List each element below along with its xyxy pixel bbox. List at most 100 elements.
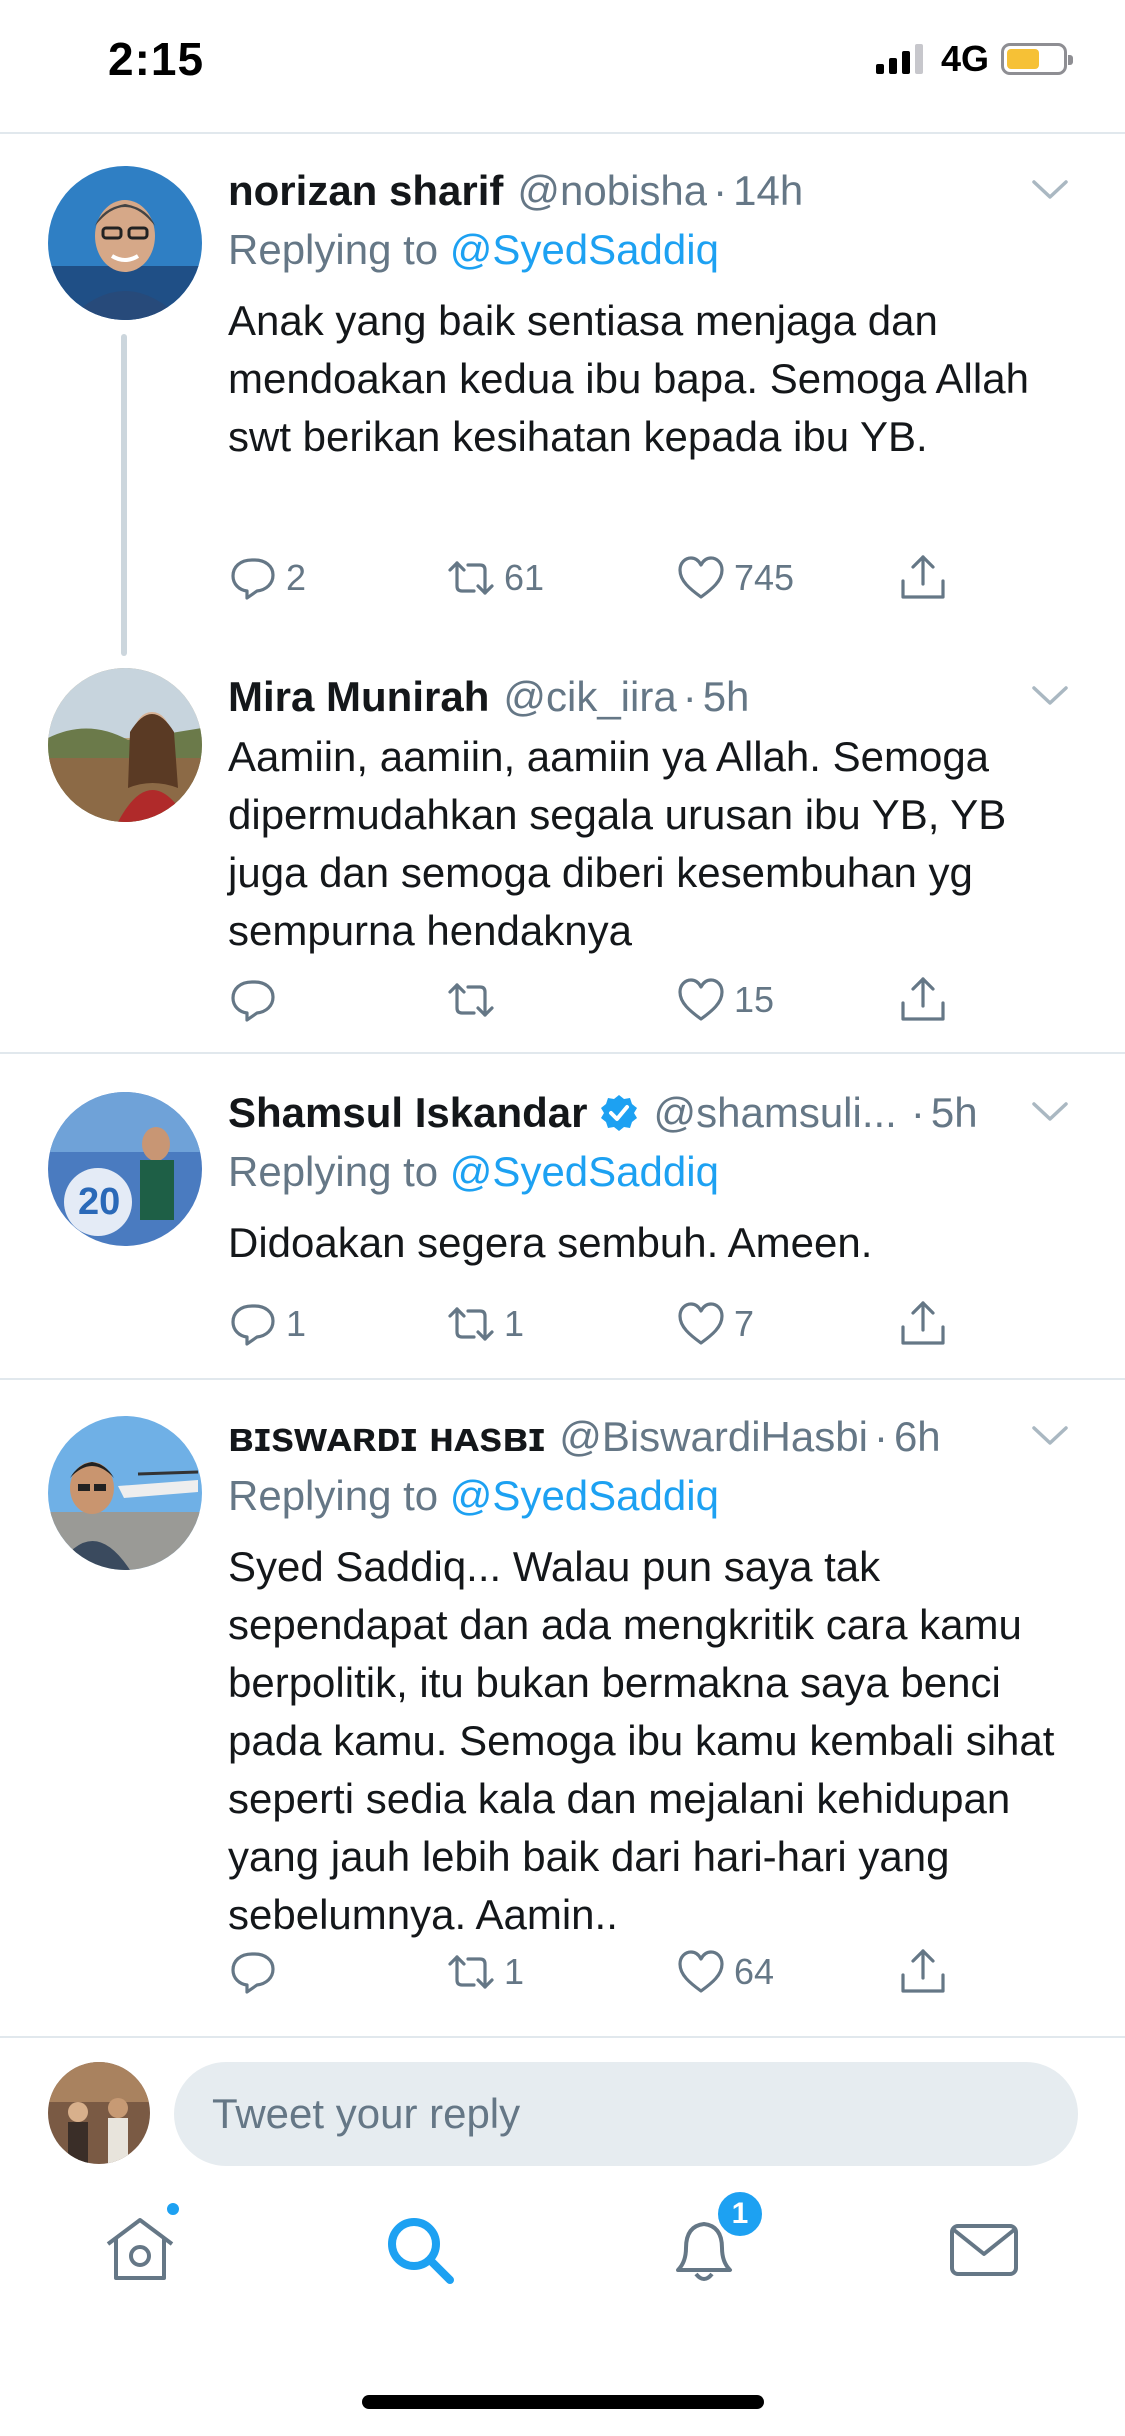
author-handle[interactable]: @cik_iira bbox=[503, 670, 676, 724]
search-icon bbox=[388, 2218, 454, 2284]
share-button[interactable] bbox=[898, 970, 948, 1030]
thread-line bbox=[121, 334, 127, 656]
tab-messages[interactable] bbox=[944, 2210, 1024, 2290]
share-icon bbox=[901, 1949, 945, 1993]
separator-dot: · bbox=[682, 673, 697, 720]
reply-input[interactable]: Tweet your reply bbox=[174, 2062, 1078, 2166]
retweet-count: 1 bbox=[504, 1303, 525, 1344]
tweet-header: ʙɪsᴡᴀʀᴅɪ ʜᴀsʙɪ @BiswardiHasbi · 6h bbox=[228, 1410, 1069, 1464]
tweet-actions: 1 64 bbox=[228, 1942, 1008, 2002]
replying-to-label: Replying to bbox=[228, 1472, 439, 1519]
tab-bar: 1 bbox=[0, 2188, 1125, 2320]
tweet-time: 6h bbox=[893, 1413, 941, 1460]
tweet[interactable]: ʙɪsᴡᴀʀᴅɪ ʜᴀsʙɪ @BiswardiHasbi · 6h Reply… bbox=[0, 1380, 1125, 2036]
chevron-down-icon[interactable] bbox=[1031, 1100, 1069, 1124]
share-button[interactable] bbox=[898, 1942, 948, 2002]
tweet-actions: 15 bbox=[228, 970, 1008, 1030]
home-icon bbox=[106, 2218, 174, 2280]
share-icon bbox=[901, 555, 945, 599]
retweet-icon bbox=[448, 983, 494, 1017]
share-icon bbox=[901, 977, 945, 1021]
retweet-button[interactable]: 1 bbox=[446, 1942, 524, 2002]
like-icon bbox=[678, 1302, 724, 1345]
retweet-icon bbox=[448, 561, 494, 595]
replying-to-label: Replying to bbox=[228, 1148, 439, 1195]
avatar[interactable] bbox=[48, 668, 202, 822]
tweet-header: Mira Munirah @cik_iira · 5h bbox=[228, 670, 1069, 724]
share-button[interactable] bbox=[898, 1294, 948, 1354]
reply-icon bbox=[231, 980, 275, 1022]
retweet-button[interactable] bbox=[446, 970, 504, 1030]
like-icon bbox=[678, 1950, 724, 1993]
avatar[interactable] bbox=[48, 166, 202, 320]
reply-icon bbox=[231, 558, 275, 600]
tweet-text: Didoakan segera sembuh. Ameen. bbox=[228, 1219, 873, 1266]
author-name[interactable]: norizan sharif bbox=[228, 164, 503, 218]
verified-icon bbox=[601, 1095, 638, 1131]
reply-button[interactable] bbox=[228, 970, 286, 1030]
tab-search[interactable] bbox=[380, 2210, 460, 2290]
reply-button[interactable]: 1 bbox=[228, 1294, 306, 1354]
like-button[interactable]: 64 bbox=[676, 1942, 774, 2002]
reply-button[interactable]: 2 bbox=[228, 548, 306, 608]
home-indicator[interactable] bbox=[362, 2395, 764, 2409]
chevron-down-icon[interactable] bbox=[1031, 684, 1069, 708]
author-name[interactable]: Shamsul Iskandar bbox=[228, 1086, 587, 1140]
retweet-button[interactable]: 61 bbox=[446, 548, 544, 608]
separator-dot: · bbox=[910, 1089, 925, 1136]
composer-divider bbox=[0, 2036, 1125, 2038]
tweet-actions: 2 61 745 bbox=[228, 548, 1008, 608]
battery-icon bbox=[1001, 43, 1073, 75]
replying-to-mention[interactable]: @SyedSaddiq bbox=[450, 1472, 719, 1519]
separator-dot: · bbox=[873, 1413, 888, 1460]
status-bar: 2:15 4G bbox=[0, 0, 1125, 132]
reply-button[interactable] bbox=[228, 1942, 286, 2002]
like-button[interactable]: 745 bbox=[676, 548, 794, 608]
retweet-button[interactable]: 1 bbox=[446, 1294, 524, 1354]
like-count: 64 bbox=[734, 1951, 775, 1992]
tab-home[interactable] bbox=[100, 2200, 182, 2290]
author-name[interactable]: Mira Munirah bbox=[228, 670, 489, 724]
tweet[interactable]: 20 Shamsul Iskandar @shamsuli... · 5h Re… bbox=[0, 1054, 1125, 1378]
svg-text:20: 20 bbox=[78, 1181, 120, 1223]
tweet-header: norizan sharif @nobisha · 14h bbox=[228, 164, 1069, 218]
like-icon bbox=[678, 556, 724, 599]
author-handle[interactable]: @shamsuli... bbox=[653, 1086, 896, 1140]
author-name[interactable]: ʙɪsᴡᴀʀᴅɪ ʜᴀsʙɪ bbox=[228, 1410, 545, 1464]
replying-to-mention[interactable]: @SyedSaddiq bbox=[450, 226, 719, 273]
network-type: 4G bbox=[940, 38, 989, 79]
chevron-down-icon[interactable] bbox=[1031, 178, 1069, 202]
author-handle[interactable]: @BiswardiHasbi bbox=[559, 1410, 868, 1464]
chevron-down-icon[interactable] bbox=[1031, 1424, 1069, 1448]
reply-composer: Tweet your reply bbox=[0, 2040, 1125, 2190]
avatar[interactable] bbox=[48, 1416, 202, 1570]
messages-icon bbox=[950, 2224, 1018, 2276]
tweet-text: Syed Saddiq... Walau pun saya tak sepend… bbox=[228, 1543, 1055, 1938]
separator-dot: · bbox=[713, 167, 728, 214]
avatar[interactable]: 20 bbox=[48, 1092, 202, 1246]
reply-icon bbox=[231, 1952, 275, 1994]
my-avatar[interactable] bbox=[48, 2062, 150, 2164]
replying-to-mention[interactable]: @SyedSaddiq bbox=[450, 1148, 719, 1195]
retweet-icon bbox=[448, 1307, 494, 1341]
retweet-icon bbox=[448, 1955, 494, 1989]
share-icon bbox=[901, 1301, 945, 1345]
like-icon bbox=[678, 978, 724, 1021]
like-button[interactable]: 7 bbox=[676, 1294, 754, 1354]
tweet-text: Anak yang baik sentiasa menjaga dan mend… bbox=[228, 297, 1029, 460]
author-handle[interactable]: @nobisha bbox=[517, 164, 707, 218]
tweet[interactable]: norizan sharif @nobisha · 14h Replying t… bbox=[0, 134, 1125, 656]
status-time: 2:15 bbox=[108, 33, 205, 85]
signal-strength-icon bbox=[875, 44, 923, 74]
replying-to-label: Replying to bbox=[228, 226, 439, 273]
status-indicators: 4G bbox=[875, 38, 1073, 80]
tweet-header: Shamsul Iskandar @shamsuli... · 5h bbox=[228, 1086, 1069, 1140]
tweet-time: 14h bbox=[733, 167, 804, 214]
tweet-time: 5h bbox=[702, 673, 750, 720]
tab-notifications[interactable]: 1 bbox=[664, 2188, 766, 2290]
like-button[interactable]: 15 bbox=[676, 970, 774, 1030]
tweet-text: Aamiin, aamiin, aamiin ya Allah. Semoga … bbox=[228, 733, 1007, 954]
reply-count: 1 bbox=[286, 1303, 307, 1344]
tweet[interactable]: Mira Munirah @cik_iira · 5h Aamiin, aami… bbox=[0, 656, 1125, 1052]
share-button[interactable] bbox=[898, 548, 948, 608]
